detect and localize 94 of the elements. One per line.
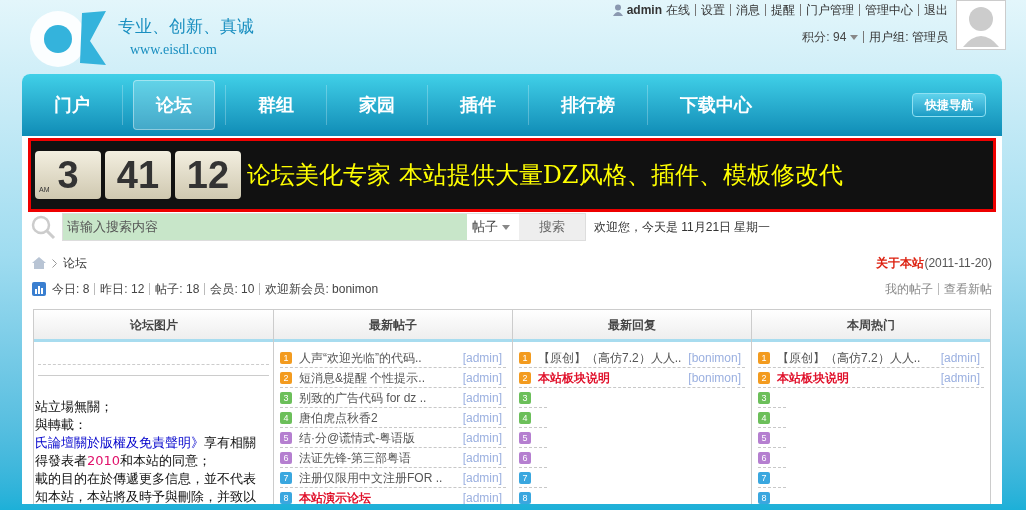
nav-tab[interactable]: 家园 bbox=[337, 80, 417, 130]
separator bbox=[859, 4, 860, 16]
notice-line: 載的目的在於傳遞更多信息，並不代表 bbox=[35, 470, 257, 488]
user-menu-link[interactable]: 退出 bbox=[924, 1, 948, 19]
notice-line: 得發表者2010和本站的同意； bbox=[35, 452, 213, 470]
post-link[interactable]: 结·分@谎情式-粤语版 bbox=[299, 428, 463, 447]
rank-badge: 8 bbox=[758, 491, 770, 504]
stat-text: 昨日: 12 bbox=[100, 281, 145, 298]
separator bbox=[765, 4, 766, 16]
rank-badge: 1 bbox=[280, 351, 292, 364]
breadcrumb-link[interactable]: 论坛 bbox=[63, 254, 87, 272]
search-icon bbox=[30, 214, 56, 240]
nav-tab[interactable]: 插件 bbox=[438, 80, 518, 130]
username[interactable]: admin bbox=[626, 1, 662, 19]
post-link[interactable]: 本站演示论坛 bbox=[299, 488, 463, 504]
chevron-icon bbox=[52, 258, 57, 268]
rank-badge: 1 bbox=[519, 351, 531, 364]
rank-badge: 8 bbox=[280, 491, 292, 504]
rank-badge: 1 bbox=[758, 351, 770, 364]
user-menu-link[interactable]: 管理中心 bbox=[865, 1, 913, 19]
separator bbox=[695, 4, 696, 16]
notice-line: 知本站，本站將及時予與刪除，并致以 bbox=[35, 488, 257, 504]
points-dropdown[interactable]: 积分: 94 bbox=[802, 28, 847, 46]
caret-icon bbox=[850, 34, 859, 40]
rank-badge: 2 bbox=[519, 371, 531, 384]
separator bbox=[730, 4, 731, 16]
post-filter-link[interactable]: 我的帖子 bbox=[885, 280, 933, 298]
notice-line: 享有相關 bbox=[204, 434, 256, 452]
separator bbox=[149, 283, 151, 295]
scrolling-notice: 论坛美化专家 本站提供大量DZ风格、插件、模板修改代 bbox=[247, 160, 843, 191]
separator bbox=[918, 4, 919, 16]
user-menu-link[interactable]: 消息 bbox=[736, 1, 760, 19]
nav-tab[interactable]: 下载中心 bbox=[658, 80, 774, 130]
post-link[interactable]: 本站板块说明 bbox=[777, 368, 941, 387]
rank-badge: 3 bbox=[280, 391, 292, 404]
disclaimer-link[interactable]: 氏論壇關於版權及免責聲明》 bbox=[35, 434, 204, 452]
user-menu-link[interactable]: 设置 bbox=[701, 1, 725, 19]
post-link[interactable]: 别致的广告代码 for dz .. bbox=[299, 388, 463, 407]
post-link[interactable]: 法证先锋-第三部粤语 bbox=[299, 448, 463, 467]
rank-badge: 3 bbox=[519, 391, 531, 404]
separator bbox=[938, 283, 939, 295]
post-link[interactable]: 注册仅限用中文注册FOR .. bbox=[299, 468, 463, 487]
rank-badge: 8 bbox=[519, 491, 531, 504]
notice-line: 站立場無關； bbox=[35, 398, 114, 416]
nav-tab[interactable]: 群组 bbox=[236, 80, 316, 130]
rank-badge: 6 bbox=[519, 451, 531, 464]
about-date: (2011-11-20) bbox=[924, 255, 992, 272]
stat-text: 欢迎新会员: bonimon bbox=[265, 281, 379, 298]
rank-badge: 5 bbox=[758, 431, 770, 444]
nav-tab[interactable]: 排行榜 bbox=[539, 80, 637, 130]
user-menu-link[interactable]: 提醒 bbox=[771, 1, 795, 19]
stat-text: 今日: 8 bbox=[52, 281, 90, 298]
post-filter-link[interactable]: 查看新帖 bbox=[944, 280, 992, 298]
clock-digit: 12 bbox=[175, 151, 241, 199]
stat-text: 会员: 10 bbox=[210, 281, 255, 298]
separator bbox=[94, 283, 96, 295]
post-link[interactable]: 唐伯虎点秋香2 bbox=[299, 408, 463, 427]
rank-badge: 6 bbox=[280, 451, 292, 464]
rank-badge: 7 bbox=[758, 471, 770, 484]
separator bbox=[800, 4, 801, 16]
rank-badge: 2 bbox=[280, 371, 292, 384]
notice-line: 與轉載： bbox=[35, 416, 88, 434]
online-status: 在线 bbox=[666, 2, 690, 19]
rank-badge: 3 bbox=[758, 391, 770, 404]
separator bbox=[863, 31, 865, 43]
user-group: 用户组: 管理员 bbox=[869, 28, 948, 46]
rank-badge: 4 bbox=[280, 411, 292, 424]
user-icon bbox=[612, 4, 623, 16]
post-link[interactable]: 【原创】（高仿7.2）人人.. bbox=[538, 348, 689, 367]
post-link[interactable]: 短消息&提醒 个性提示.. bbox=[299, 368, 463, 387]
about-link[interactable]: 关于本站 bbox=[876, 254, 925, 272]
site-url: www.eisdl.com bbox=[130, 41, 218, 60]
rank-badge: 4 bbox=[519, 411, 531, 424]
user-menu-link[interactable]: 门户管理 bbox=[806, 1, 854, 19]
post-link[interactable]: 人声“欢迎光临”的代码.. bbox=[299, 348, 463, 367]
rank-badge: 5 bbox=[280, 431, 292, 444]
rank-badge: 2 bbox=[758, 371, 770, 384]
nav-tab[interactable]: 门户 bbox=[32, 80, 112, 130]
rank-badge: 7 bbox=[519, 471, 531, 484]
home-icon[interactable] bbox=[32, 257, 46, 269]
welcome-text: 欢迎您，今天是 11月21日 星期一 bbox=[594, 219, 771, 236]
separator bbox=[204, 283, 206, 295]
chart-icon bbox=[32, 282, 46, 296]
post-link[interactable]: 【原创】（高仿7.2）人人.. bbox=[777, 348, 941, 367]
post-link[interactable]: 本站板块说明 bbox=[538, 368, 689, 387]
rank-badge: 7 bbox=[280, 471, 292, 484]
rank-badge: 6 bbox=[758, 451, 770, 464]
rank-badge: 4 bbox=[758, 411, 770, 424]
rank-badge: 5 bbox=[519, 431, 531, 444]
clock-digit: 41 bbox=[105, 151, 171, 199]
site-slogan: 专业、创新、真诚 bbox=[118, 14, 254, 38]
separator bbox=[259, 283, 261, 295]
avatar[interactable] bbox=[956, 0, 1006, 50]
stat-text: 帖子: 18 bbox=[155, 281, 200, 298]
